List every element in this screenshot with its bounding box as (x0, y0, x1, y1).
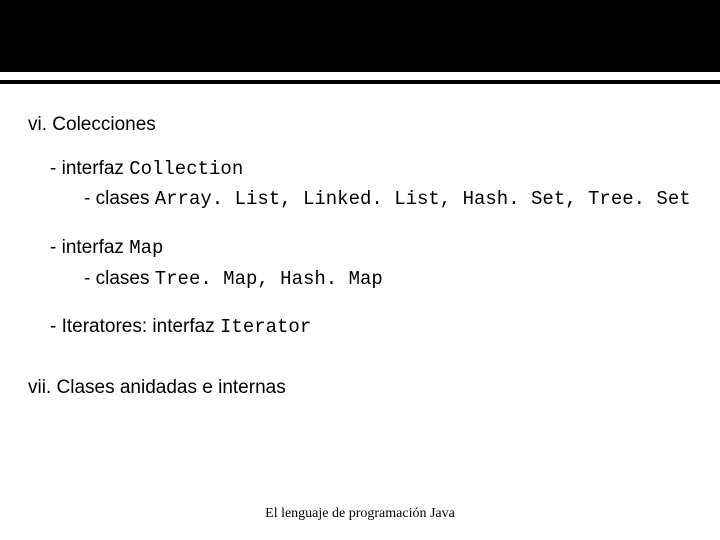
bullet-map-classes: - clases Tree. Map, Hash. Map (28, 266, 692, 293)
code-iterator: Iterator (220, 316, 311, 338)
code-collection-classes: Array. List, Linked. List, Hash. Set, Tr… (155, 188, 691, 210)
text-prefix: - interfaz (50, 158, 129, 179)
text-prefix: - clases (84, 188, 155, 209)
section-vii-title: vii. Clases anidadas e internas (28, 375, 692, 401)
text-prefix: - Iteratores: interfaz (50, 316, 220, 337)
bullet-iterator: - Iteratores: interfaz Iterator (28, 314, 692, 341)
code-map: Map (129, 237, 163, 259)
slide-content: vi. Colecciones - interfaz Collection - … (0, 84, 720, 400)
text-prefix: - clases (84, 268, 155, 289)
bullet-collection: - interfaz Collection (28, 156, 692, 183)
code-collection: Collection (129, 158, 243, 180)
title-bar (0, 0, 720, 72)
code-map-classes: Tree. Map, Hash. Map (155, 268, 383, 290)
slide-footer: El lenguaje de programación Java (0, 506, 720, 522)
bullet-collection-classes: - clases Array. List, Linked. List, Hash… (28, 186, 692, 213)
section-vi-title: vi. Colecciones (28, 112, 692, 138)
bullet-map: - interfaz Map (28, 235, 692, 262)
text-prefix: - interfaz (50, 237, 129, 258)
